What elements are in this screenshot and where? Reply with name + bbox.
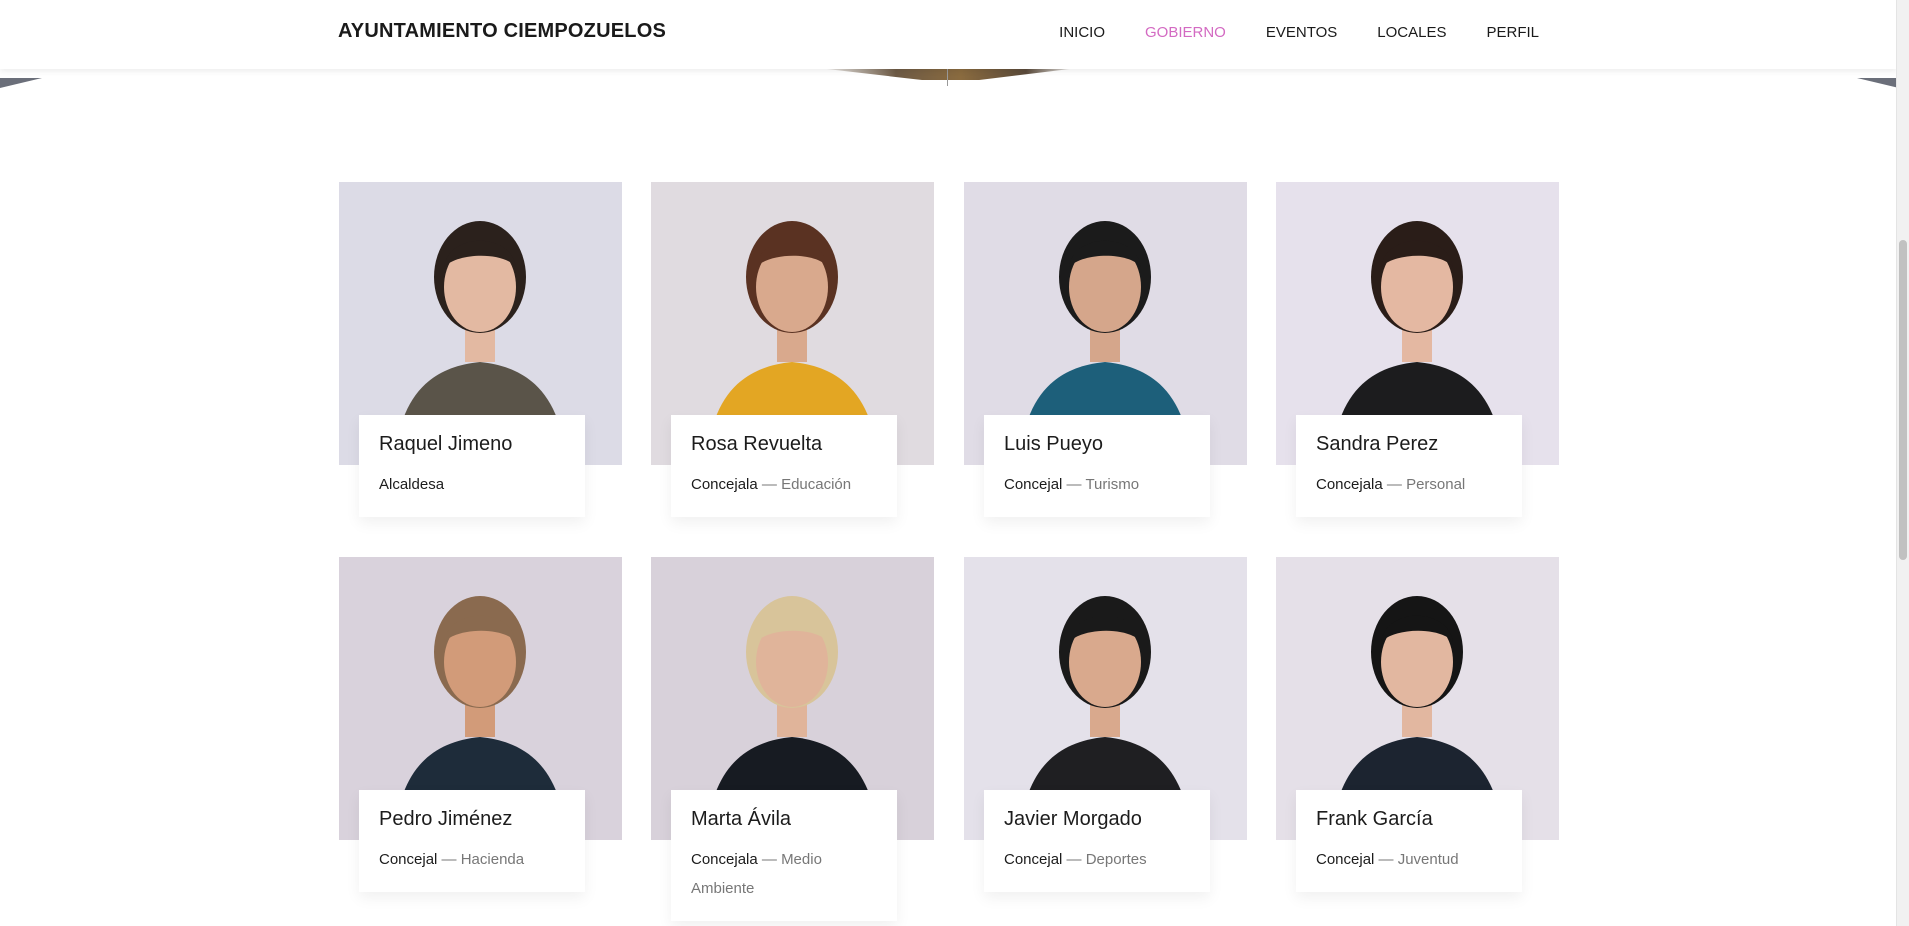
member-position: Concejala: [1316, 476, 1383, 493]
member-position: Concejala: [691, 851, 758, 868]
member-role: Concejal — Hacienda: [379, 845, 565, 874]
member-role: Concejala — Educación: [691, 470, 877, 499]
hero-image-edge-left: [0, 78, 42, 88]
member-info-box: Marta Ávila Concejala — Medio Ambiente: [671, 790, 897, 921]
member-name[interactable]: Frank García: [1316, 808, 1502, 831]
team-card-javier-morgado[interactable]: Javier Morgado Concejal — Deportes: [964, 557, 1247, 897]
member-role: Concejal — Deportes: [1004, 845, 1190, 874]
member-info-box: Sandra Perez Concejala — Personal: [1296, 415, 1522, 517]
nav-item-inicio[interactable]: INICIO: [1059, 24, 1105, 41]
main-nav: INICIO GOBIERNO EVENTOS LOCALES PERFIL: [1059, 24, 1539, 41]
vertical-scrollbar[interactable]: [1896, 0, 1909, 926]
member-area: Juventud: [1397, 851, 1459, 868]
member-info-box: Luis Pueyo Concejal — Turismo: [984, 415, 1210, 517]
member-role: Concejal — Juventud: [1316, 845, 1502, 874]
hero-image-edge-right: [1857, 78, 1899, 88]
team-card-sandra-perez[interactable]: Sandra Perez Concejala — Personal: [1276, 182, 1559, 522]
nav-item-locales[interactable]: LOCALES: [1377, 24, 1446, 41]
page: AYUNTAMIENTO CIEMPOZUELOS INICIO GOBIERN…: [0, 0, 1909, 926]
nav-item-eventos[interactable]: EVENTOS: [1266, 24, 1337, 41]
member-area: Turismo: [1085, 476, 1140, 493]
member-name[interactable]: Rosa Revuelta: [691, 433, 877, 456]
member-name[interactable]: Raquel Jimeno: [379, 433, 565, 456]
member-area: Deportes: [1085, 851, 1147, 868]
role-separator: —: [1386, 476, 1402, 493]
member-info-box: Rosa Revuelta Concejala — Educación: [671, 415, 897, 517]
member-area: Educación: [781, 476, 852, 493]
site-brand[interactable]: AYUNTAMIENTO CIEMPOZUELOS: [338, 20, 666, 43]
team-card-rosa-revuelta[interactable]: Rosa Revuelta Concejala — Educación: [651, 182, 934, 522]
role-separator: —: [441, 851, 457, 868]
role-separator: —: [761, 851, 777, 868]
role-separator: —: [1066, 851, 1082, 868]
member-role: Concejala — Medio Ambiente: [691, 845, 877, 903]
member-info-box: Raquel Jimeno Alcaldesa: [359, 415, 585, 517]
hero-image-divider: [947, 68, 948, 86]
member-position: Alcaldesa: [379, 476, 445, 493]
role-separator: —: [761, 476, 777, 493]
member-position: Concejala: [691, 476, 758, 493]
member-position: Concejal: [1004, 476, 1063, 493]
member-role: Alcaldesa: [379, 470, 565, 499]
team-card-luis-pueyo[interactable]: Luis Pueyo Concejal — Turismo: [964, 182, 1247, 522]
member-name[interactable]: Sandra Perez: [1316, 433, 1502, 456]
team-card-frank-garcia[interactable]: Frank García Concejal — Juventud: [1276, 557, 1559, 897]
member-area: Hacienda: [460, 851, 525, 868]
site-header: AYUNTAMIENTO CIEMPOZUELOS INICIO GOBIERN…: [0, 0, 1897, 69]
team-card-raquel-jimeno[interactable]: Raquel Jimeno Alcaldesa: [339, 182, 622, 522]
member-role: Concejal — Turismo: [1004, 470, 1190, 499]
member-position: Concejal: [1316, 851, 1375, 868]
nav-item-perfil[interactable]: PERFIL: [1486, 24, 1539, 41]
role-separator: —: [1066, 476, 1082, 493]
team-card-pedro-jimenez[interactable]: Pedro Jiménez Concejal — Hacienda: [339, 557, 622, 897]
hero-image-edge-center: [818, 68, 1078, 80]
member-info-box: Pedro Jiménez Concejal — Hacienda: [359, 790, 585, 892]
member-position: Concejal: [379, 851, 438, 868]
role-separator: —: [1378, 851, 1394, 868]
member-name[interactable]: Luis Pueyo: [1004, 433, 1190, 456]
member-area: Personal: [1406, 476, 1466, 493]
scrollbar-thumb[interactable]: [1899, 240, 1907, 560]
member-role: Concejala — Personal: [1316, 470, 1502, 499]
member-name[interactable]: Marta Ávila: [691, 808, 877, 831]
team-card-marta-avila[interactable]: Marta Ávila Concejala — Medio Ambiente: [651, 557, 934, 921]
member-name[interactable]: Javier Morgado: [1004, 808, 1190, 831]
nav-item-gobierno[interactable]: GOBIERNO: [1145, 24, 1226, 41]
member-name[interactable]: Pedro Jiménez: [379, 808, 565, 831]
member-position: Concejal: [1004, 851, 1063, 868]
member-info-box: Frank García Concejal — Juventud: [1296, 790, 1522, 892]
member-info-box: Javier Morgado Concejal — Deportes: [984, 790, 1210, 892]
